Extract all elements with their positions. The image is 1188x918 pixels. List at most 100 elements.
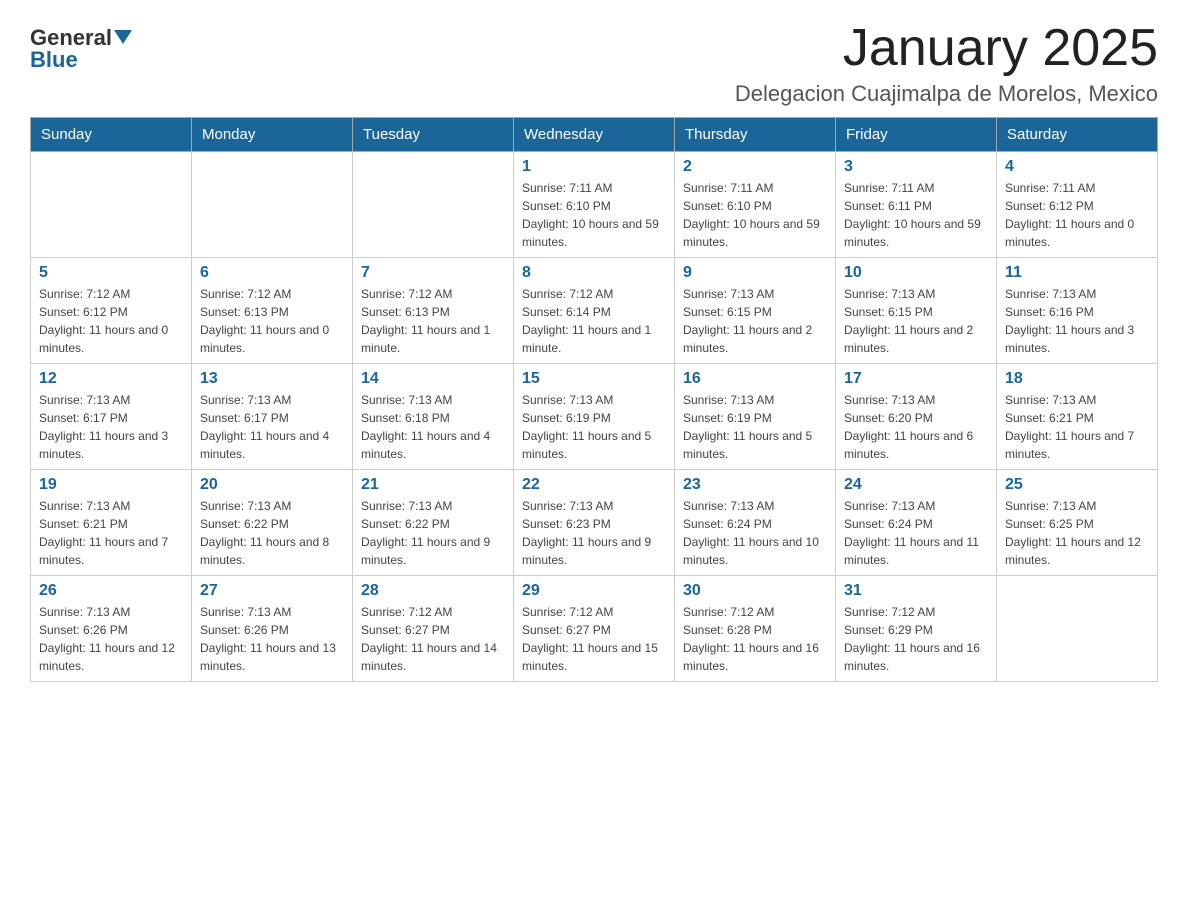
- calendar-cell: 18 Sunrise: 7:13 AM Sunset: 6:21 PM Dayli…: [997, 364, 1158, 470]
- week-row-4: 19 Sunrise: 7:13 AM Sunset: 6:21 PM Dayli…: [31, 470, 1158, 576]
- day-info: Sunrise: 7:11 AM Sunset: 6:12 PM Dayligh…: [1005, 179, 1149, 251]
- calendar-cell: 30 Sunrise: 7:12 AM Sunset: 6:28 PM Dayli…: [675, 576, 836, 682]
- day-info: Sunrise: 7:12 AM Sunset: 6:29 PM Dayligh…: [844, 603, 988, 675]
- day-info: Sunrise: 7:11 AM Sunset: 6:11 PM Dayligh…: [844, 179, 988, 251]
- calendar-cell: 31 Sunrise: 7:12 AM Sunset: 6:29 PM Dayli…: [836, 576, 997, 682]
- day-info: Sunrise: 7:11 AM Sunset: 6:10 PM Dayligh…: [683, 179, 827, 251]
- week-row-2: 5 Sunrise: 7:12 AM Sunset: 6:12 PM Daylig…: [31, 258, 1158, 364]
- day-info: Sunrise: 7:13 AM Sunset: 6:26 PM Dayligh…: [39, 603, 183, 675]
- calendar-cell: 20 Sunrise: 7:13 AM Sunset: 6:22 PM Dayli…: [192, 470, 353, 576]
- calendar-cell: 16 Sunrise: 7:13 AM Sunset: 6:19 PM Dayli…: [675, 364, 836, 470]
- page-header: General Blue January 2025 Delegacion Cua…: [30, 20, 1158, 107]
- day-number: 5: [39, 264, 183, 282]
- calendar-cell: 10 Sunrise: 7:13 AM Sunset: 6:15 PM Dayli…: [836, 258, 997, 364]
- day-number: 30: [683, 582, 827, 600]
- day-number: 17: [844, 370, 988, 388]
- day-info: Sunrise: 7:13 AM Sunset: 6:19 PM Dayligh…: [683, 391, 827, 463]
- weekday-header-row: SundayMondayTuesdayWednesdayThursdayFrid…: [31, 118, 1158, 152]
- day-number: 11: [1005, 264, 1149, 282]
- calendar-cell: 1 Sunrise: 7:11 AM Sunset: 6:10 PM Daylig…: [514, 152, 675, 258]
- day-number: 9: [683, 264, 827, 282]
- calendar-cell: 19 Sunrise: 7:13 AM Sunset: 6:21 PM Dayli…: [31, 470, 192, 576]
- week-row-1: 1 Sunrise: 7:11 AM Sunset: 6:10 PM Daylig…: [31, 152, 1158, 258]
- calendar-cell: 13 Sunrise: 7:13 AM Sunset: 6:17 PM Dayli…: [192, 364, 353, 470]
- day-number: 21: [361, 476, 505, 494]
- calendar-cell: 15 Sunrise: 7:13 AM Sunset: 6:19 PM Dayli…: [514, 364, 675, 470]
- day-number: 26: [39, 582, 183, 600]
- weekday-sunday: Sunday: [31, 118, 192, 152]
- calendar-cell: 2Sunrise: 7:11 AM Sunset: 6:10 PM Daylig…: [675, 152, 836, 258]
- calendar-cell: 8Sunrise: 7:12 AM Sunset: 6:14 PM Daylig…: [514, 258, 675, 364]
- weekday-monday: Monday: [192, 118, 353, 152]
- logo-blue-text: Blue: [30, 47, 78, 73]
- day-number: 10: [844, 264, 988, 282]
- day-info: Sunrise: 7:13 AM Sunset: 6:17 PM Dayligh…: [200, 391, 344, 463]
- calendar-cell: 24Sunrise: 7:13 AM Sunset: 6:24 PM Dayli…: [836, 470, 997, 576]
- day-number: 12: [39, 370, 183, 388]
- day-info: Sunrise: 7:12 AM Sunset: 6:12 PM Dayligh…: [39, 285, 183, 357]
- calendar-cell: 7 Sunrise: 7:12 AM Sunset: 6:13 PM Daylig…: [353, 258, 514, 364]
- day-number: 6: [200, 264, 344, 282]
- day-info: Sunrise: 7:13 AM Sunset: 6:15 PM Dayligh…: [844, 285, 988, 357]
- day-info: Sunrise: 7:13 AM Sunset: 6:26 PM Dayligh…: [200, 603, 344, 675]
- calendar-header: SundayMondayTuesdayWednesdayThursdayFrid…: [31, 118, 1158, 152]
- day-number: 31: [844, 582, 988, 600]
- location-title: Delegacion Cuajimalpa de Morelos, Mexico: [735, 81, 1158, 107]
- calendar-cell: 11Sunrise: 7:13 AM Sunset: 6:16 PM Dayli…: [997, 258, 1158, 364]
- weekday-thursday: Thursday: [675, 118, 836, 152]
- day-number: 15: [522, 370, 666, 388]
- calendar-cell: [31, 152, 192, 258]
- weekday-wednesday: Wednesday: [514, 118, 675, 152]
- day-info: Sunrise: 7:13 AM Sunset: 6:19 PM Dayligh…: [522, 391, 666, 463]
- day-info: Sunrise: 7:13 AM Sunset: 6:20 PM Dayligh…: [844, 391, 988, 463]
- calendar-body: 1 Sunrise: 7:11 AM Sunset: 6:10 PM Daylig…: [31, 152, 1158, 682]
- day-number: 20: [200, 476, 344, 494]
- day-info: Sunrise: 7:13 AM Sunset: 6:23 PM Dayligh…: [522, 497, 666, 569]
- day-number: 14: [361, 370, 505, 388]
- calendar-cell: 4Sunrise: 7:11 AM Sunset: 6:12 PM Daylig…: [997, 152, 1158, 258]
- calendar-cell: 17 Sunrise: 7:13 AM Sunset: 6:20 PM Dayli…: [836, 364, 997, 470]
- calendar-cell: 29Sunrise: 7:12 AM Sunset: 6:27 PM Dayli…: [514, 576, 675, 682]
- calendar-cell: 25Sunrise: 7:13 AM Sunset: 6:25 PM Dayli…: [997, 470, 1158, 576]
- day-number: 28: [361, 582, 505, 600]
- day-info: Sunrise: 7:13 AM Sunset: 6:24 PM Dayligh…: [683, 497, 827, 569]
- title-block: January 2025 Delegacion Cuajimalpa de Mo…: [735, 20, 1158, 107]
- day-info: Sunrise: 7:12 AM Sunset: 6:13 PM Dayligh…: [200, 285, 344, 357]
- day-number: 18: [1005, 370, 1149, 388]
- calendar-cell: [192, 152, 353, 258]
- day-number: 24: [844, 476, 988, 494]
- day-number: 1: [522, 158, 666, 176]
- logo-triangle-icon: [114, 30, 132, 44]
- day-number: 7: [361, 264, 505, 282]
- day-info: Sunrise: 7:13 AM Sunset: 6:18 PM Dayligh…: [361, 391, 505, 463]
- day-info: Sunrise: 7:13 AM Sunset: 6:21 PM Dayligh…: [1005, 391, 1149, 463]
- week-row-3: 12 Sunrise: 7:13 AM Sunset: 6:17 PM Dayli…: [31, 364, 1158, 470]
- day-number: 23: [683, 476, 827, 494]
- day-number: 16: [683, 370, 827, 388]
- calendar-cell: 27Sunrise: 7:13 AM Sunset: 6:26 PM Dayli…: [192, 576, 353, 682]
- day-info: Sunrise: 7:12 AM Sunset: 6:13 PM Dayligh…: [361, 285, 505, 357]
- weekday-friday: Friday: [836, 118, 997, 152]
- calendar-cell: [997, 576, 1158, 682]
- calendar-cell: 3 Sunrise: 7:11 AM Sunset: 6:11 PM Daylig…: [836, 152, 997, 258]
- day-number: 19: [39, 476, 183, 494]
- day-info: Sunrise: 7:13 AM Sunset: 6:22 PM Dayligh…: [200, 497, 344, 569]
- day-info: Sunrise: 7:13 AM Sunset: 6:21 PM Dayligh…: [39, 497, 183, 569]
- calendar-table: SundayMondayTuesdayWednesdayThursdayFrid…: [30, 117, 1158, 682]
- calendar-cell: 12Sunrise: 7:13 AM Sunset: 6:17 PM Dayli…: [31, 364, 192, 470]
- day-info: Sunrise: 7:12 AM Sunset: 6:28 PM Dayligh…: [683, 603, 827, 675]
- day-number: 3: [844, 158, 988, 176]
- week-row-5: 26 Sunrise: 7:13 AM Sunset: 6:26 PM Dayli…: [31, 576, 1158, 682]
- calendar-cell: 21 Sunrise: 7:13 AM Sunset: 6:22 PM Dayli…: [353, 470, 514, 576]
- day-number: 13: [200, 370, 344, 388]
- weekday-tuesday: Tuesday: [353, 118, 514, 152]
- day-info: Sunrise: 7:13 AM Sunset: 6:15 PM Dayligh…: [683, 285, 827, 357]
- calendar-cell: 9 Sunrise: 7:13 AM Sunset: 6:15 PM Daylig…: [675, 258, 836, 364]
- day-number: 29: [522, 582, 666, 600]
- day-info: Sunrise: 7:12 AM Sunset: 6:27 PM Dayligh…: [361, 603, 505, 675]
- day-number: 25: [1005, 476, 1149, 494]
- calendar-cell: 14 Sunrise: 7:13 AM Sunset: 6:18 PM Dayli…: [353, 364, 514, 470]
- weekday-saturday: Saturday: [997, 118, 1158, 152]
- day-info: Sunrise: 7:13 AM Sunset: 6:22 PM Dayligh…: [361, 497, 505, 569]
- day-info: Sunrise: 7:11 AM Sunset: 6:10 PM Dayligh…: [522, 179, 666, 251]
